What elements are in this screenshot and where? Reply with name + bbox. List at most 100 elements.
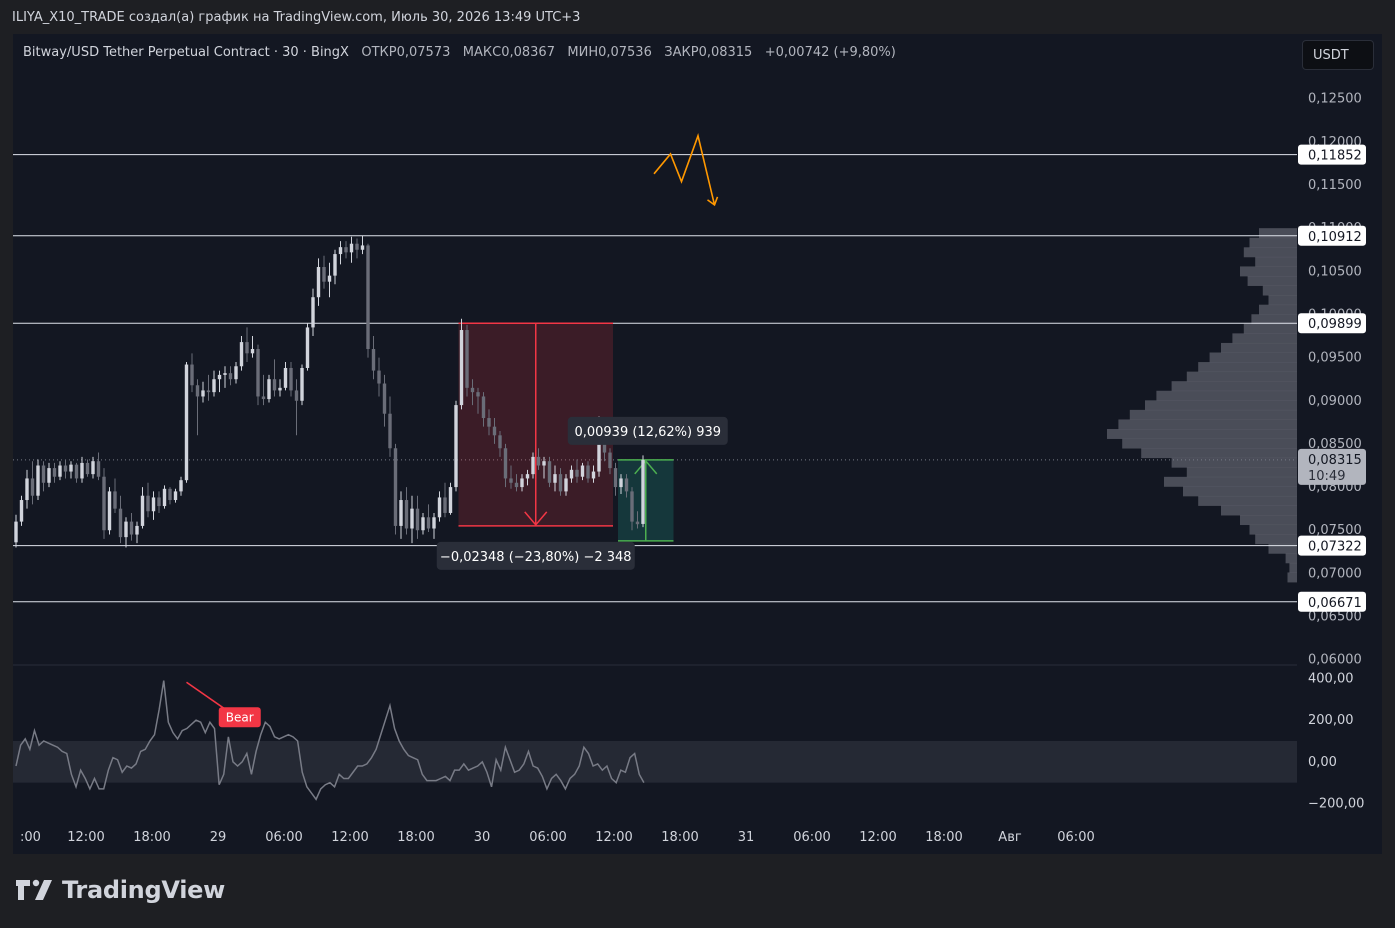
time-tick-label: 06:00	[793, 830, 830, 845]
candle-body	[492, 426, 497, 436]
time-tick-label: Авг	[998, 830, 1022, 845]
volume-profile-row	[1268, 295, 1297, 306]
candle-body	[338, 247, 343, 255]
low-label: МИН	[567, 45, 599, 60]
oscillator-band	[13, 741, 1297, 783]
candle-body	[36, 465, 40, 496]
candle-body	[360, 245, 365, 250]
long-measure-label: 0,00939 (12,62%) 939	[574, 425, 721, 440]
symbol-name: Bitway/USD Tether Perpetual Contract · 3…	[23, 45, 349, 60]
volume-profile-row	[1156, 390, 1297, 401]
tradingview-logo-icon	[16, 879, 52, 900]
volume-profile-row	[1186, 467, 1297, 478]
volume-profile-row	[1255, 256, 1297, 267]
oscillator-tick-label: 200,00	[1308, 713, 1354, 728]
currency-button[interactable]: USDT	[1302, 40, 1374, 70]
candle-body	[366, 245, 370, 349]
candle-body	[421, 517, 425, 531]
high-value: 0,08367	[501, 45, 555, 60]
candle-body	[415, 508, 420, 531]
candle-body	[382, 383, 387, 414]
volume-profile-row	[1186, 371, 1297, 382]
volume-profile-row	[1243, 323, 1297, 334]
volume-profile-row	[1262, 285, 1297, 296]
volume-profile-row	[1289, 562, 1297, 573]
candle-body	[256, 349, 260, 397]
candle-body	[437, 497, 442, 518]
candle-body	[531, 456, 535, 475]
candle-body	[586, 465, 590, 479]
candle-body	[520, 478, 524, 488]
time-tick-label: 29	[210, 830, 227, 845]
volume-profile-row	[1259, 304, 1297, 315]
volume-profile-row	[1259, 228, 1297, 239]
price-tick-label: 0,06500	[1308, 610, 1362, 625]
candle-body	[547, 461, 552, 483]
volume-profile	[1107, 228, 1297, 583]
volume-profile-row	[1285, 553, 1297, 564]
close-value: 0,08315	[698, 45, 753, 60]
volume-profile-row	[1243, 247, 1297, 258]
open-value: 0,07573	[396, 45, 451, 60]
candle-body	[250, 349, 255, 354]
candle-body	[173, 491, 178, 501]
candle-body	[316, 267, 321, 298]
candle-body	[58, 465, 62, 477]
candle-body	[124, 521, 128, 538]
price-tick-label: 0,11500	[1308, 178, 1362, 193]
candle-body	[25, 478, 29, 501]
candle-body	[179, 480, 183, 492]
candle-body	[300, 367, 304, 401]
bear-label: Bear	[226, 710, 254, 724]
candle-body	[432, 517, 436, 529]
candle-body	[102, 476, 106, 531]
candle-body	[426, 517, 431, 529]
time-tick-label: 12:00	[595, 830, 632, 845]
tradingview-logo[interactable]: TradingView	[14, 876, 225, 904]
candle-body	[157, 497, 161, 507]
time-tick-label: 12:00	[331, 830, 368, 845]
candle-body	[630, 491, 634, 522]
current-price-label: 0,08315	[1308, 453, 1362, 468]
candle-body	[327, 275, 332, 282]
volume-profile-row	[1221, 342, 1297, 353]
candle-body	[140, 495, 145, 526]
high-label: МАКС	[462, 45, 502, 60]
volume-profile-row	[1232, 333, 1297, 344]
projection-line	[653, 133, 716, 206]
time-tick-label: 12:00	[67, 830, 104, 845]
candle-body	[63, 465, 68, 472]
candle-body	[608, 452, 612, 469]
volume-profile-row	[1171, 457, 1297, 468]
price-tick-label: 0,07000	[1308, 566, 1362, 581]
time-tick-label: 06:00	[529, 830, 566, 845]
candle-body	[19, 500, 24, 522]
time-tick-label: 18:00	[133, 830, 170, 845]
candle-body	[217, 374, 222, 380]
time-tick-label: 12:00	[859, 830, 896, 845]
candle-body	[624, 478, 629, 492]
candle-body	[206, 390, 211, 393]
level-price-label: 0,10912	[1308, 230, 1362, 245]
volume-profile-row	[1107, 429, 1297, 439]
candlestick-chart[interactable]: Bear 400,00 200,00 0,00 −200,00 0,130000,125…	[0, 0, 1395, 928]
level-price-label: 0,11852	[1308, 149, 1362, 164]
level-price-label: 0,07322	[1308, 540, 1362, 555]
candle-body	[404, 500, 409, 529]
low-value: 0,07536	[598, 45, 652, 60]
candle-body	[52, 468, 57, 477]
symbol-legend: Bitway/USD Tether Perpetual Contract · 3…	[23, 45, 896, 60]
volume-profile-row	[1240, 515, 1297, 526]
price-axis: 0,130000,125000,120000,115000,110000,105…	[1298, 49, 1366, 668]
volume-profile-row	[1287, 572, 1297, 583]
candle-body	[580, 465, 585, 477]
price-tick-label: 0,09000	[1308, 394, 1362, 409]
candle-body	[96, 461, 101, 477]
candle-body	[399, 500, 403, 526]
candle-body	[536, 456, 541, 466]
candle-body	[635, 521, 640, 525]
time-tick-label: 30	[474, 830, 491, 845]
candle-body	[305, 327, 310, 368]
candle-body	[267, 379, 271, 400]
candle-body	[487, 418, 491, 427]
